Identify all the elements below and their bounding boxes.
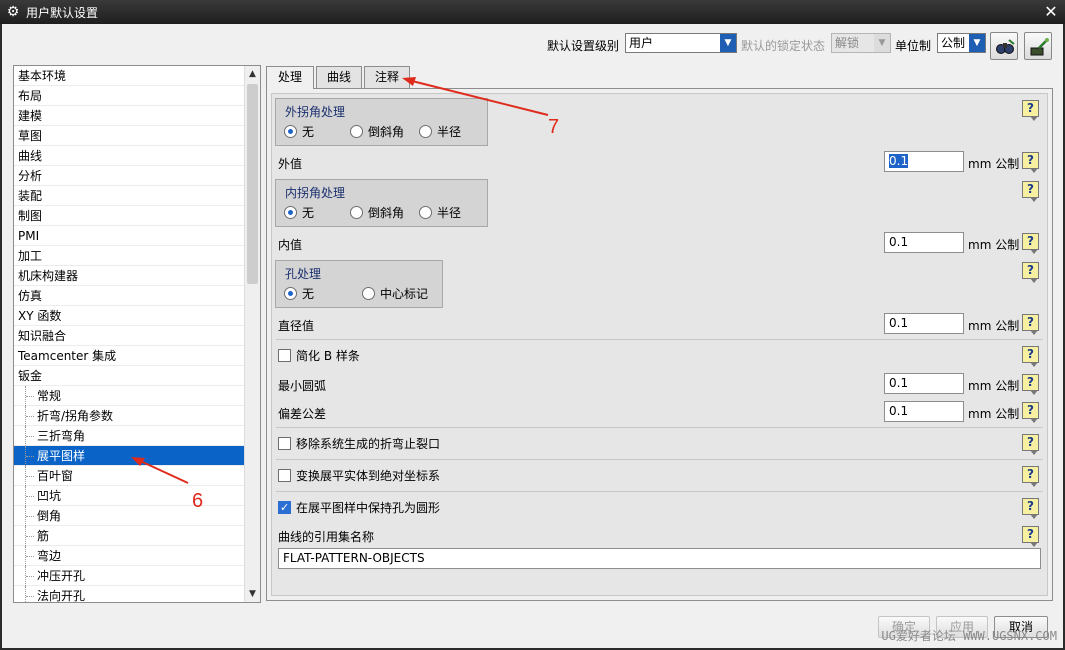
annotation-7: 7 (548, 116, 560, 138)
arrow-6-icon (131, 457, 189, 484)
annotation-layer (131, 77, 549, 484)
annotation-6: 6 (192, 490, 204, 512)
tab-processing[interactable]: 处理 (266, 66, 314, 89)
arrow-7-icon (402, 77, 549, 116)
